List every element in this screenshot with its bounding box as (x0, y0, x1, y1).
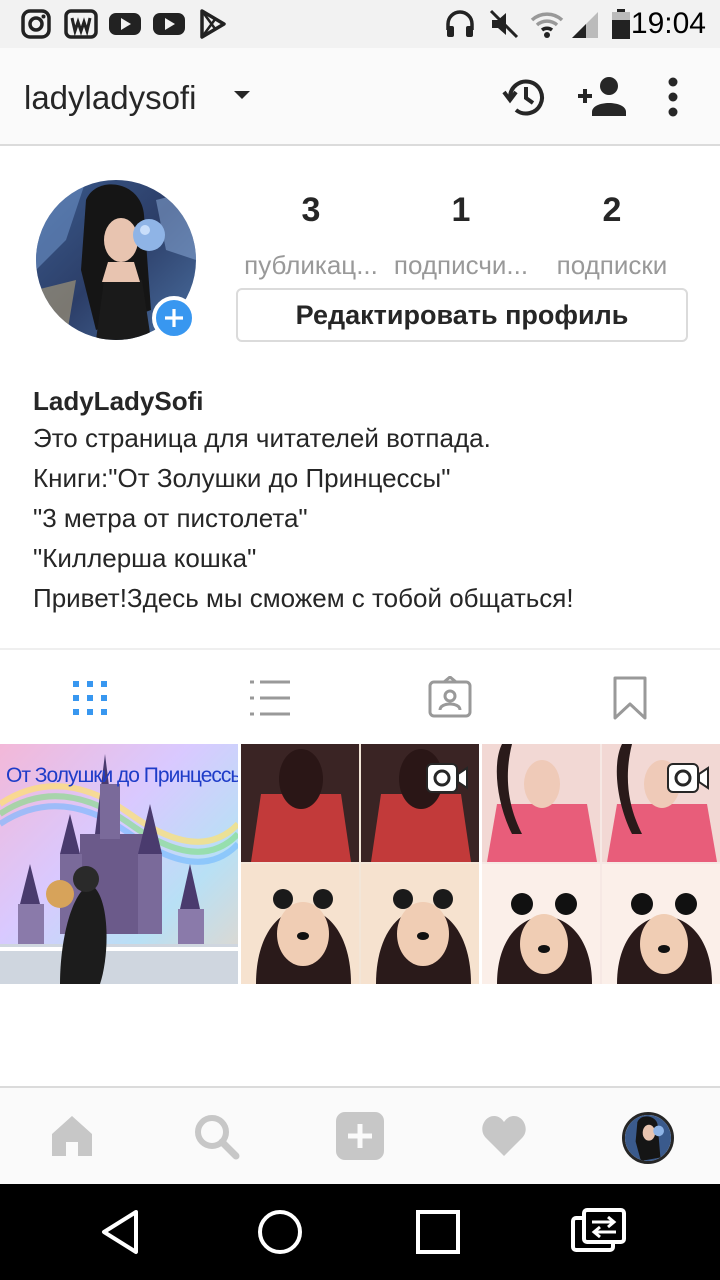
profile-display-name: LadyLadySofi (33, 386, 204, 416)
post-thumbnail[interactable] (241, 744, 479, 984)
profile-avatar-wrap[interactable] (36, 180, 198, 342)
list-view-icon[interactable] (248, 676, 292, 720)
add-story-icon[interactable] (152, 296, 196, 340)
home-icon[interactable] (48, 1112, 96, 1160)
activity-heart-icon[interactable] (480, 1112, 528, 1160)
signal-icon (572, 12, 598, 38)
post-caption: От Золушки до Принцессы (6, 764, 238, 787)
saved-bookmark-icon[interactable] (608, 676, 652, 720)
status-time: 19:04 (630, 7, 706, 40)
search-icon[interactable] (192, 1112, 240, 1160)
username-switcher[interactable]: ladyladysofi (24, 78, 196, 118)
video-camera-icon (426, 763, 468, 793)
stat-posts-label: публикац... (244, 250, 378, 280)
battery-icon (612, 9, 630, 39)
profile-bio: LadyLadySofi Это страница для читателей … (33, 384, 693, 618)
instagram-icon (21, 9, 51, 39)
add-post-icon[interactable] (336, 1112, 384, 1160)
youtube-icon (109, 13, 141, 35)
bio-line: Привет!Здесь мы сможем с тобой общаться! (33, 583, 574, 613)
screen-switch-icon[interactable] (570, 1206, 628, 1258)
tagged-photos-icon[interactable] (428, 676, 472, 720)
bio-line: "3 метра от пистолета" (33, 503, 308, 533)
youtube-icon (153, 13, 185, 35)
back-icon[interactable] (96, 1206, 148, 1258)
stat-posts[interactable]: 3 публикац... (236, 190, 386, 280)
post-thumbnail[interactable] (482, 744, 720, 984)
mute-icon (489, 9, 519, 39)
headphones-icon (446, 10, 474, 37)
profile-tab-avatar[interactable] (622, 1112, 674, 1164)
posts-grid: От Золушки до Принцессы (0, 744, 720, 984)
bottom-navigation (0, 1086, 720, 1184)
stat-followers-label: подписчи... (393, 250, 529, 280)
play-store-icon (200, 9, 226, 39)
home-circle-icon[interactable] (254, 1206, 306, 1258)
bio-line: Это страница для читателей вотпада. (33, 423, 491, 453)
dropdown-caret-icon[interactable] (232, 88, 252, 102)
stat-following[interactable]: 2 подписки (537, 190, 687, 280)
wattpad-icon (64, 9, 98, 39)
android-system-navigation (0, 1184, 720, 1280)
video-camera-icon (667, 763, 709, 793)
stat-posts-count: 3 (301, 191, 321, 229)
wifi-icon (530, 12, 564, 38)
grid-view-icon[interactable] (68, 676, 112, 720)
status-bar: 19:04 (0, 0, 720, 48)
add-user-icon[interactable] (576, 72, 630, 122)
bio-line: Книги:"От Золушки до Принцессы" (33, 463, 451, 493)
more-options-icon[interactable] (648, 72, 698, 122)
stat-followers-count: 1 (451, 191, 471, 229)
recents-icon[interactable] (412, 1206, 464, 1258)
edit-profile-button[interactable]: Редактировать профиль (236, 288, 688, 342)
stat-following-count: 2 (602, 191, 622, 229)
history-icon[interactable] (500, 72, 550, 122)
post-thumbnail[interactable]: От Золушки до Принцессы (0, 744, 238, 984)
profile-view-tabs (0, 648, 720, 744)
profile-header: ladyladysofi (0, 48, 720, 146)
bio-line: "Киллерша кошка" (33, 543, 257, 573)
stat-following-label: подписки (556, 250, 668, 280)
stat-followers[interactable]: 1 подписчи... (386, 190, 536, 280)
